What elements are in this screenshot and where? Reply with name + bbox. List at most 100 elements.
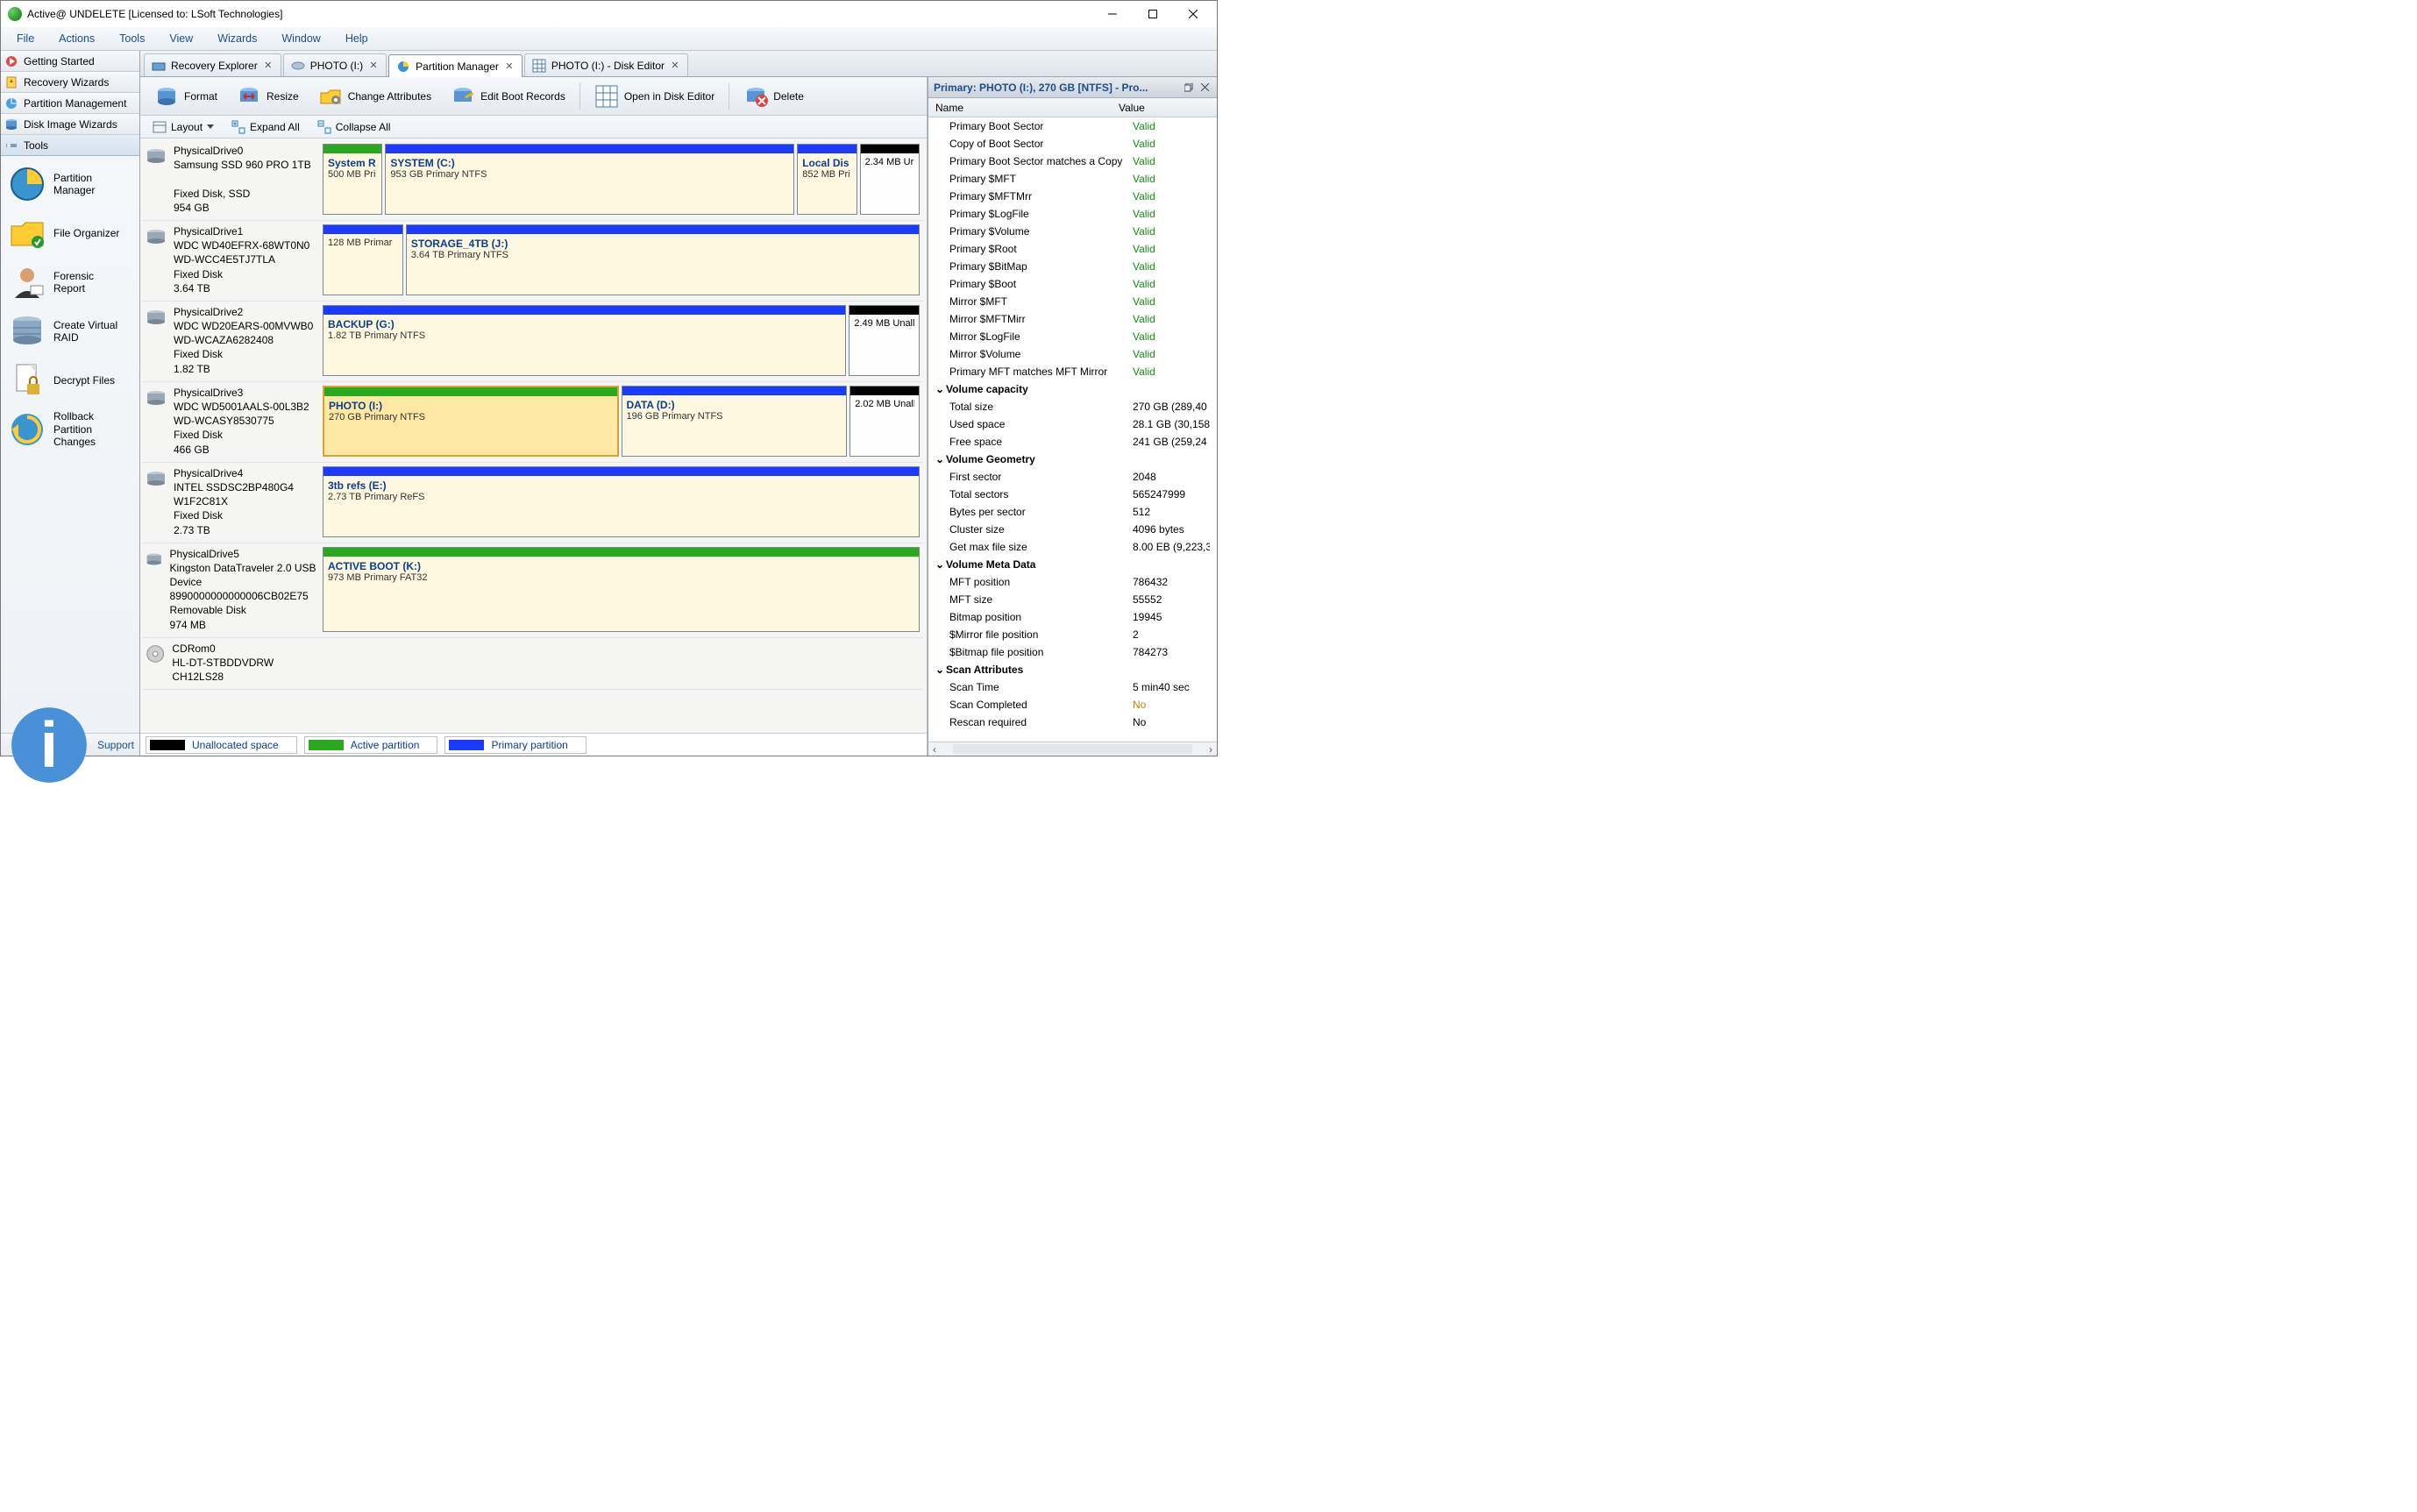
prop-section[interactable]: ⌄Scan Attributes [928, 661, 1217, 678]
partition-1-0[interactable]: 128 MB Primar [323, 224, 403, 295]
prop-row[interactable]: Primary $MFTValid [928, 170, 1217, 188]
nav-getting-started[interactable]: Getting Started [1, 51, 139, 72]
partition-4-0[interactable]: 3tb refs (E:) 2.73 TB Primary ReFS [323, 466, 920, 537]
panel-restore-button[interactable] [1182, 81, 1196, 95]
prop-row[interactable]: Mirror $LogFileValid [928, 328, 1217, 345]
prop-row[interactable]: Primary $LogFileValid [928, 205, 1217, 223]
drive-row-4[interactable]: PhysicalDrive4INTEL SSDSC2BP480G4W1F2C81… [142, 463, 923, 543]
prop-section[interactable]: ⌄Volume capacity [928, 380, 1217, 398]
partition-0-2[interactable]: Local Dis 852 MB Pri [797, 144, 857, 215]
tab-photo-disk-editor[interactable]: PHOTO (I:) - Disk Editor ✕ [524, 53, 688, 76]
close-button[interactable] [1173, 2, 1213, 27]
menu-help[interactable]: Help [333, 29, 380, 48]
menu-view[interactable]: View [157, 29, 205, 48]
resize-button[interactable]: Resize [228, 81, 308, 112]
drive-row-3[interactable]: PhysicalDrive3WDC WD5001AALS-00L3B2WD-WC… [142, 382, 923, 463]
prop-row[interactable]: Primary $VolumeValid [928, 223, 1217, 240]
menu-window[interactable]: Window [269, 29, 332, 48]
nav-disk-image-wizards[interactable]: Disk Image Wizards [1, 114, 139, 135]
titlebar[interactable]: Active@ UNDELETE [Licensed to: LSoft Tec… [1, 1, 1217, 27]
prop-row[interactable]: Scan CompletedNo [928, 696, 1217, 713]
properties-header[interactable]: Name Value [928, 98, 1217, 117]
prop-row[interactable]: Bitmap position19945 [928, 608, 1217, 626]
prop-row[interactable]: Get max file size8.00 EB (9,223,3 [928, 538, 1217, 556]
menu-tools[interactable]: Tools [107, 29, 157, 48]
tool-create-virtual-raid[interactable]: Create VirtualRAID [3, 307, 138, 356]
prop-row[interactable]: Primary $MFTMrrValid [928, 188, 1217, 205]
drive-row-2[interactable]: PhysicalDrive2WDC WD20EARS-00MVWB0WD-WCA… [142, 302, 923, 382]
prop-row[interactable]: MFT size55552 [928, 591, 1217, 608]
properties-hscroll[interactable]: ‹› [928, 742, 1217, 756]
prop-row[interactable]: Primary $RootValid [928, 240, 1217, 258]
collapse-all-button[interactable]: Collapse All [310, 118, 398, 136]
prop-row[interactable]: Free space241 GB (259,24 [928, 433, 1217, 451]
tool-decrypt-files[interactable]: Decrypt Files [3, 356, 138, 405]
minimize-button[interactable] [1092, 2, 1133, 27]
tab-recovery-explorer[interactable]: Recovery Explorer ✕ [144, 53, 281, 76]
tool-forensic-report[interactable]: ForensicReport [3, 258, 138, 307]
prop-row[interactable]: Mirror $MFTValid [928, 293, 1217, 310]
prop-row[interactable]: Primary Boot Sector matches a CopyValid [928, 153, 1217, 170]
partition-0-0[interactable]: System R 500 MB Pri [323, 144, 382, 215]
partition-0-1[interactable]: SYSTEM (C:) 953 GB Primary NTFS [385, 144, 794, 215]
prop-row[interactable]: Primary $BootValid [928, 275, 1217, 293]
partition-0-3[interactable]: 2.34 MB Ur [860, 144, 920, 215]
partition-5-0[interactable]: ACTIVE BOOT (K:) 973 MB Primary FAT32 [323, 547, 920, 632]
properties-body[interactable]: Primary Boot SectorValidCopy of Boot Sec… [928, 117, 1217, 742]
nav-recovery-wizards[interactable]: Recovery Wizards [1, 72, 139, 93]
open-in-disk-editor-button[interactable]: Open in Disk Editor [586, 81, 723, 112]
prop-row[interactable]: Scan Time5 min40 sec [928, 678, 1217, 696]
delete-button[interactable]: Delete [735, 81, 813, 112]
prop-row[interactable]: Primary Boot SectorValid [928, 117, 1217, 135]
change-attributes-button[interactable]: Change Attributes [309, 81, 440, 112]
partition-3-2[interactable]: 2.02 MB Unallo [850, 386, 920, 457]
prop-row[interactable]: Primary MFT matches MFT MirrorValid [928, 363, 1217, 380]
prop-section[interactable]: ⌄Volume Geometry [928, 451, 1217, 468]
prop-row[interactable]: Mirror $MFTMirrValid [928, 310, 1217, 328]
prop-row[interactable]: Primary $BitMapValid [928, 258, 1217, 275]
partition-1-1[interactable]: STORAGE_4TB (J:) 3.64 TB Primary NTFS [406, 224, 920, 295]
prop-row[interactable]: $Bitmap file position784273 [928, 643, 1217, 661]
status-bar[interactable]: i Support [1, 733, 139, 756]
prop-row[interactable]: Total size270 GB (289,40 [928, 398, 1217, 415]
prop-row[interactable]: Cluster size4096 bytes [928, 521, 1217, 538]
prop-row[interactable]: Copy of Boot SectorValid [928, 135, 1217, 153]
nav-partition-management[interactable]: Partition Management [1, 93, 139, 114]
partition-2-0[interactable]: BACKUP (G:) 1.82 TB Primary NTFS [323, 305, 846, 376]
partition-3-0[interactable]: PHOTO (I:) 270 GB Primary NTFS [323, 386, 619, 457]
prop-row[interactable]: First sector2048 [928, 468, 1217, 486]
format-button[interactable]: Format [146, 81, 226, 112]
maximize-button[interactable] [1133, 2, 1173, 27]
drive-row-0[interactable]: PhysicalDrive0Samsung SSD 960 PRO 1TB Fi… [142, 140, 923, 221]
panel-close-button[interactable] [1198, 81, 1212, 95]
close-tab-photo-disk-editor[interactable]: ✕ [670, 60, 680, 71]
nav-tools[interactable]: Tools [1, 135, 139, 156]
menu-actions[interactable]: Actions [46, 29, 107, 48]
partition-2-1[interactable]: 2.49 MB Unallc [849, 305, 920, 376]
tab-partition-manager-tab[interactable]: Partition Manager ✕ [388, 54, 522, 77]
drive-row-1[interactable]: PhysicalDrive1WDC WD40EFRX-68WT0N0WD-WCC… [142, 221, 923, 302]
drives-list[interactable]: PhysicalDrive0Samsung SSD 960 PRO 1TB Fi… [140, 138, 927, 733]
close-tab-recovery-explorer[interactable]: ✕ [263, 60, 274, 71]
edit-boot-records-button[interactable]: Edit Boot Records [442, 81, 574, 112]
tool-rollback-partition-changes[interactable]: RollbackPartitionChanges [3, 405, 138, 454]
drive-row-6[interactable]: CDRom0HL-DT-STBDDVDRW CH12LS28 [142, 638, 923, 691]
prop-row[interactable]: Used space28.1 GB (30,158 [928, 415, 1217, 433]
close-tab-partition-manager-tab[interactable]: ✕ [504, 61, 515, 72]
expand-all-button[interactable]: Expand All [224, 118, 307, 136]
drive-row-5[interactable]: PhysicalDrive5Kingston DataTraveler 2.0 … [142, 543, 923, 638]
prop-row[interactable]: MFT position786432 [928, 573, 1217, 591]
menu-wizards[interactable]: Wizards [205, 29, 269, 48]
prop-row[interactable]: Bytes per sector512 [928, 503, 1217, 521]
layout-dropdown[interactable]: Layout [146, 118, 221, 136]
prop-section[interactable]: ⌄Volume Meta Data [928, 556, 1217, 573]
prop-row[interactable]: Mirror $VolumeValid [928, 345, 1217, 363]
partition-3-1[interactable]: DATA (D:) 196 GB Primary NTFS [622, 386, 848, 457]
prop-row[interactable]: $Mirror file position2 [928, 626, 1217, 643]
menu-file[interactable]: File [4, 29, 46, 48]
tool-partition-manager[interactable]: PartitionManager [3, 160, 138, 209]
close-tab-photo-i[interactable]: ✕ [368, 60, 379, 71]
prop-row[interactable]: Rescan requiredNo [928, 713, 1217, 731]
tab-photo-i[interactable]: PHOTO (I:) ✕ [283, 53, 387, 76]
tool-file-organizer[interactable]: File Organizer [3, 209, 138, 258]
